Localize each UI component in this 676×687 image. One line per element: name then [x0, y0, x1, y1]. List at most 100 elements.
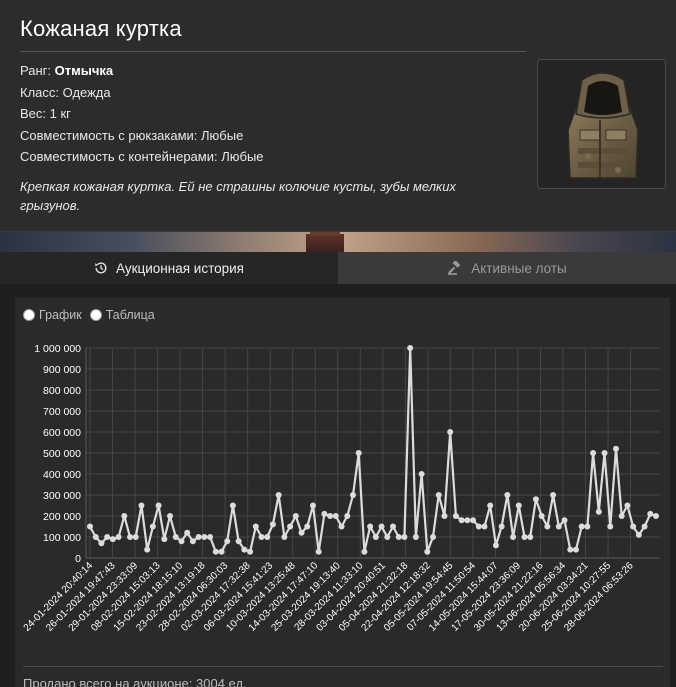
price-point[interactable]	[281, 534, 288, 540]
price-point[interactable]	[121, 513, 128, 519]
price-point[interactable]	[601, 450, 608, 456]
price-point[interactable]	[321, 510, 328, 517]
price-point[interactable]	[367, 523, 374, 530]
price-point[interactable]	[401, 534, 408, 540]
price-point[interactable]	[378, 523, 385, 530]
price-point[interactable]	[355, 450, 362, 456]
price-point[interactable]	[412, 534, 419, 540]
price-point[interactable]	[384, 534, 391, 540]
price-point[interactable]	[487, 502, 494, 509]
price-point[interactable]	[327, 513, 334, 519]
price-point[interactable]	[612, 445, 619, 452]
price-point[interactable]	[475, 523, 482, 530]
price-point[interactable]	[464, 517, 471, 524]
price-point[interactable]	[510, 534, 517, 540]
price-point[interactable]	[424, 548, 431, 555]
price-point[interactable]	[555, 523, 562, 530]
price-point[interactable]	[172, 534, 179, 540]
price-point[interactable]	[292, 513, 299, 519]
price-point[interactable]	[452, 513, 459, 519]
price-point[interactable]	[572, 546, 579, 553]
price-point[interactable]	[92, 534, 99, 540]
price-point[interactable]	[653, 513, 659, 519]
price-point[interactable]	[590, 450, 597, 456]
price-point[interactable]	[481, 523, 488, 530]
price-point[interactable]	[538, 513, 545, 519]
price-point[interactable]	[144, 546, 151, 553]
price-point[interactable]	[178, 538, 185, 545]
price-point[interactable]	[98, 540, 105, 547]
price-point[interactable]	[504, 492, 511, 498]
price-point[interactable]	[390, 523, 397, 530]
price-point[interactable]	[207, 534, 214, 540]
price-point[interactable]	[229, 502, 236, 509]
price-point[interactable]	[349, 492, 356, 498]
tab-auction-history[interactable]: Аукционная история	[0, 252, 338, 284]
price-point[interactable]	[235, 538, 242, 545]
price-point[interactable]	[149, 523, 156, 530]
price-point[interactable]	[315, 548, 322, 555]
price-point[interactable]	[641, 523, 648, 530]
price-point[interactable]	[161, 536, 168, 543]
price-point[interactable]	[607, 523, 614, 530]
price-point[interactable]	[635, 531, 642, 538]
price-point[interactable]	[567, 546, 574, 553]
price-point[interactable]	[584, 523, 591, 530]
price-point[interactable]	[407, 345, 414, 351]
price-point[interactable]	[298, 529, 305, 536]
price-point[interactable]	[372, 534, 379, 540]
price-point[interactable]	[304, 523, 311, 530]
price-point[interactable]	[132, 534, 139, 540]
price-point[interactable]	[498, 523, 505, 530]
price-point[interactable]	[492, 542, 499, 549]
price-point[interactable]	[241, 546, 248, 553]
price-point[interactable]	[418, 471, 425, 477]
price-point[interactable]	[224, 538, 231, 545]
price-point[interactable]	[109, 536, 116, 543]
price-point[interactable]	[87, 523, 93, 530]
price-point[interactable]	[287, 523, 294, 530]
price-point[interactable]	[630, 523, 637, 530]
price-point[interactable]	[195, 534, 202, 540]
graph-radio[interactable]: График	[23, 308, 82, 322]
price-point[interactable]	[532, 496, 539, 503]
price-point[interactable]	[435, 492, 442, 498]
price-point[interactable]	[521, 534, 528, 540]
price-point[interactable]	[550, 492, 557, 498]
price-point[interactable]	[264, 534, 271, 540]
table-radio[interactable]: Таблица	[89, 308, 155, 322]
price-point[interactable]	[595, 508, 602, 515]
price-point[interactable]	[447, 429, 454, 435]
price-point[interactable]	[218, 548, 225, 555]
price-point[interactable]	[561, 517, 568, 524]
price-point[interactable]	[104, 534, 111, 540]
price-point[interactable]	[138, 502, 145, 509]
tab-active-lots[interactable]: Активные лоты	[338, 252, 676, 284]
price-point[interactable]	[189, 538, 196, 545]
table-radio-circle[interactable]	[89, 309, 102, 321]
price-point[interactable]	[252, 523, 259, 530]
price-point[interactable]	[470, 517, 477, 524]
price-point[interactable]	[430, 534, 437, 540]
price-point[interactable]	[275, 492, 282, 498]
price-point[interactable]	[115, 534, 122, 540]
price-point[interactable]	[184, 529, 191, 536]
price-point[interactable]	[201, 534, 208, 540]
price-point[interactable]	[269, 521, 276, 528]
price-point[interactable]	[155, 502, 162, 509]
graph-radio-circle[interactable]	[23, 309, 35, 321]
price-point[interactable]	[515, 502, 522, 509]
price-point[interactable]	[332, 513, 339, 519]
price-point[interactable]	[618, 513, 625, 519]
price-point[interactable]	[338, 523, 345, 530]
price-point[interactable]	[624, 502, 631, 509]
price-point[interactable]	[127, 534, 134, 540]
price-point[interactable]	[578, 523, 585, 530]
price-point[interactable]	[458, 517, 465, 524]
price-point[interactable]	[258, 534, 265, 540]
price-point[interactable]	[527, 534, 534, 540]
price-point[interactable]	[212, 548, 219, 555]
price-point[interactable]	[167, 513, 174, 519]
price-point[interactable]	[544, 523, 551, 530]
price-point[interactable]	[395, 534, 402, 540]
